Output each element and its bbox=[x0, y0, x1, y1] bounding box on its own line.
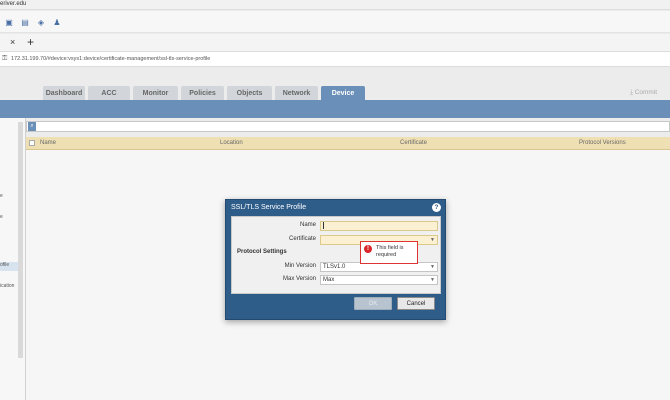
sidebar: e e ofile ication bbox=[0, 118, 26, 400]
tab-monitor[interactable]: Monitor bbox=[133, 86, 178, 100]
max-version-select[interactable]: Max ▼ bbox=[320, 275, 438, 285]
chevron-down-icon[interactable]: ▼ bbox=[428, 236, 437, 244]
chevron-down-icon[interactable]: ▼ bbox=[428, 263, 437, 271]
sidebar-item-selected[interactable]: ofile bbox=[0, 262, 18, 271]
table-header: Name Location Certificate Protocol Versi… bbox=[26, 137, 670, 150]
tab-device[interactable]: Device bbox=[321, 86, 365, 100]
browser-toolbar: ▣ ▤ ◈ ♟ bbox=[0, 11, 670, 33]
tab-policies[interactable]: Policies bbox=[181, 86, 224, 100]
search-icon[interactable]: ⌕ bbox=[28, 122, 36, 131]
url-text[interactable]: 172.31.199.70/#device:vsys1:device/certi… bbox=[11, 56, 210, 62]
lock-icon: ⚿ bbox=[2, 55, 8, 62]
close-tab-icon[interactable]: × bbox=[10, 37, 15, 47]
page-icon[interactable]: ▣ bbox=[4, 17, 14, 27]
filter-input[interactable]: ⌕ bbox=[26, 121, 670, 132]
commit-button[interactable]: ⤓ Commit bbox=[630, 89, 657, 97]
min-version-value: TLSv1.0 bbox=[323, 264, 346, 270]
header-band bbox=[0, 100, 670, 118]
new-tab-icon[interactable]: + bbox=[27, 35, 34, 49]
user-icon[interactable]: ♟ bbox=[52, 17, 62, 27]
sidebar-item[interactable]: e bbox=[0, 193, 3, 199]
commit-label: Commit bbox=[634, 89, 658, 96]
validation-error-tooltip: ! This field is required bbox=[360, 241, 418, 264]
cancel-button[interactable]: Cancel bbox=[397, 297, 435, 310]
column-certificate[interactable]: Certificate bbox=[400, 140, 427, 146]
column-location[interactable]: Location bbox=[220, 140, 243, 146]
sidebar-item[interactable]: e bbox=[0, 214, 3, 220]
max-version-value: Max bbox=[323, 277, 335, 283]
certificate-label: Certificate bbox=[288, 236, 316, 242]
error-line-1: This field is bbox=[376, 245, 404, 251]
column-name[interactable]: Name bbox=[40, 140, 56, 146]
window-title: eriver.edu bbox=[0, 1, 27, 7]
page-gap bbox=[0, 67, 670, 86]
name-input[interactable] bbox=[320, 221, 438, 231]
text-cursor bbox=[323, 222, 324, 229]
window-title-bar: eriver.edu bbox=[0, 0, 670, 10]
chevron-down-icon[interactable]: ▼ bbox=[428, 276, 437, 284]
protocol-settings-label: Protocol Settings bbox=[237, 249, 287, 255]
error-line-2: required bbox=[376, 252, 397, 258]
name-label: Name bbox=[299, 222, 316, 228]
column-protocol-versions[interactable]: Protocol Versions bbox=[579, 140, 626, 146]
address-bar[interactable]: ⚿ 172.31.199.70/#device:vsys1:device/cer… bbox=[0, 51, 670, 67]
browser-tab-row: × + bbox=[0, 34, 670, 51]
main-nav: Dashboard ACC Monitor Policies Objects N… bbox=[0, 86, 670, 100]
select-all-checkbox[interactable] bbox=[29, 140, 35, 146]
dialog-body: Name Certificate ▼ Protocol Settings Min… bbox=[231, 216, 441, 294]
tab-network[interactable]: Network bbox=[275, 86, 318, 100]
max-version-label: Max Version bbox=[282, 276, 316, 282]
error-icon: ! bbox=[364, 245, 372, 253]
share-icon[interactable]: ◈ bbox=[36, 17, 46, 27]
help-icon[interactable]: ? bbox=[432, 203, 441, 212]
tab-dashboard[interactable]: Dashboard bbox=[43, 86, 85, 100]
ok-button[interactable]: OK bbox=[354, 297, 392, 310]
tab-acc[interactable]: ACC bbox=[88, 86, 130, 100]
dialog-title: SSL/TLS Service Profile bbox=[231, 204, 307, 211]
sidebar-item[interactable]: ication bbox=[0, 283, 14, 289]
save-icon[interactable]: ▤ bbox=[20, 17, 30, 27]
sidebar-scrollbar[interactable] bbox=[18, 122, 23, 358]
min-version-label: Min Version bbox=[284, 263, 316, 269]
ssl-tls-service-profile-dialog: SSL/TLS Service Profile ? Name Certifica… bbox=[225, 199, 446, 320]
tab-objects[interactable]: Objects bbox=[227, 86, 272, 100]
